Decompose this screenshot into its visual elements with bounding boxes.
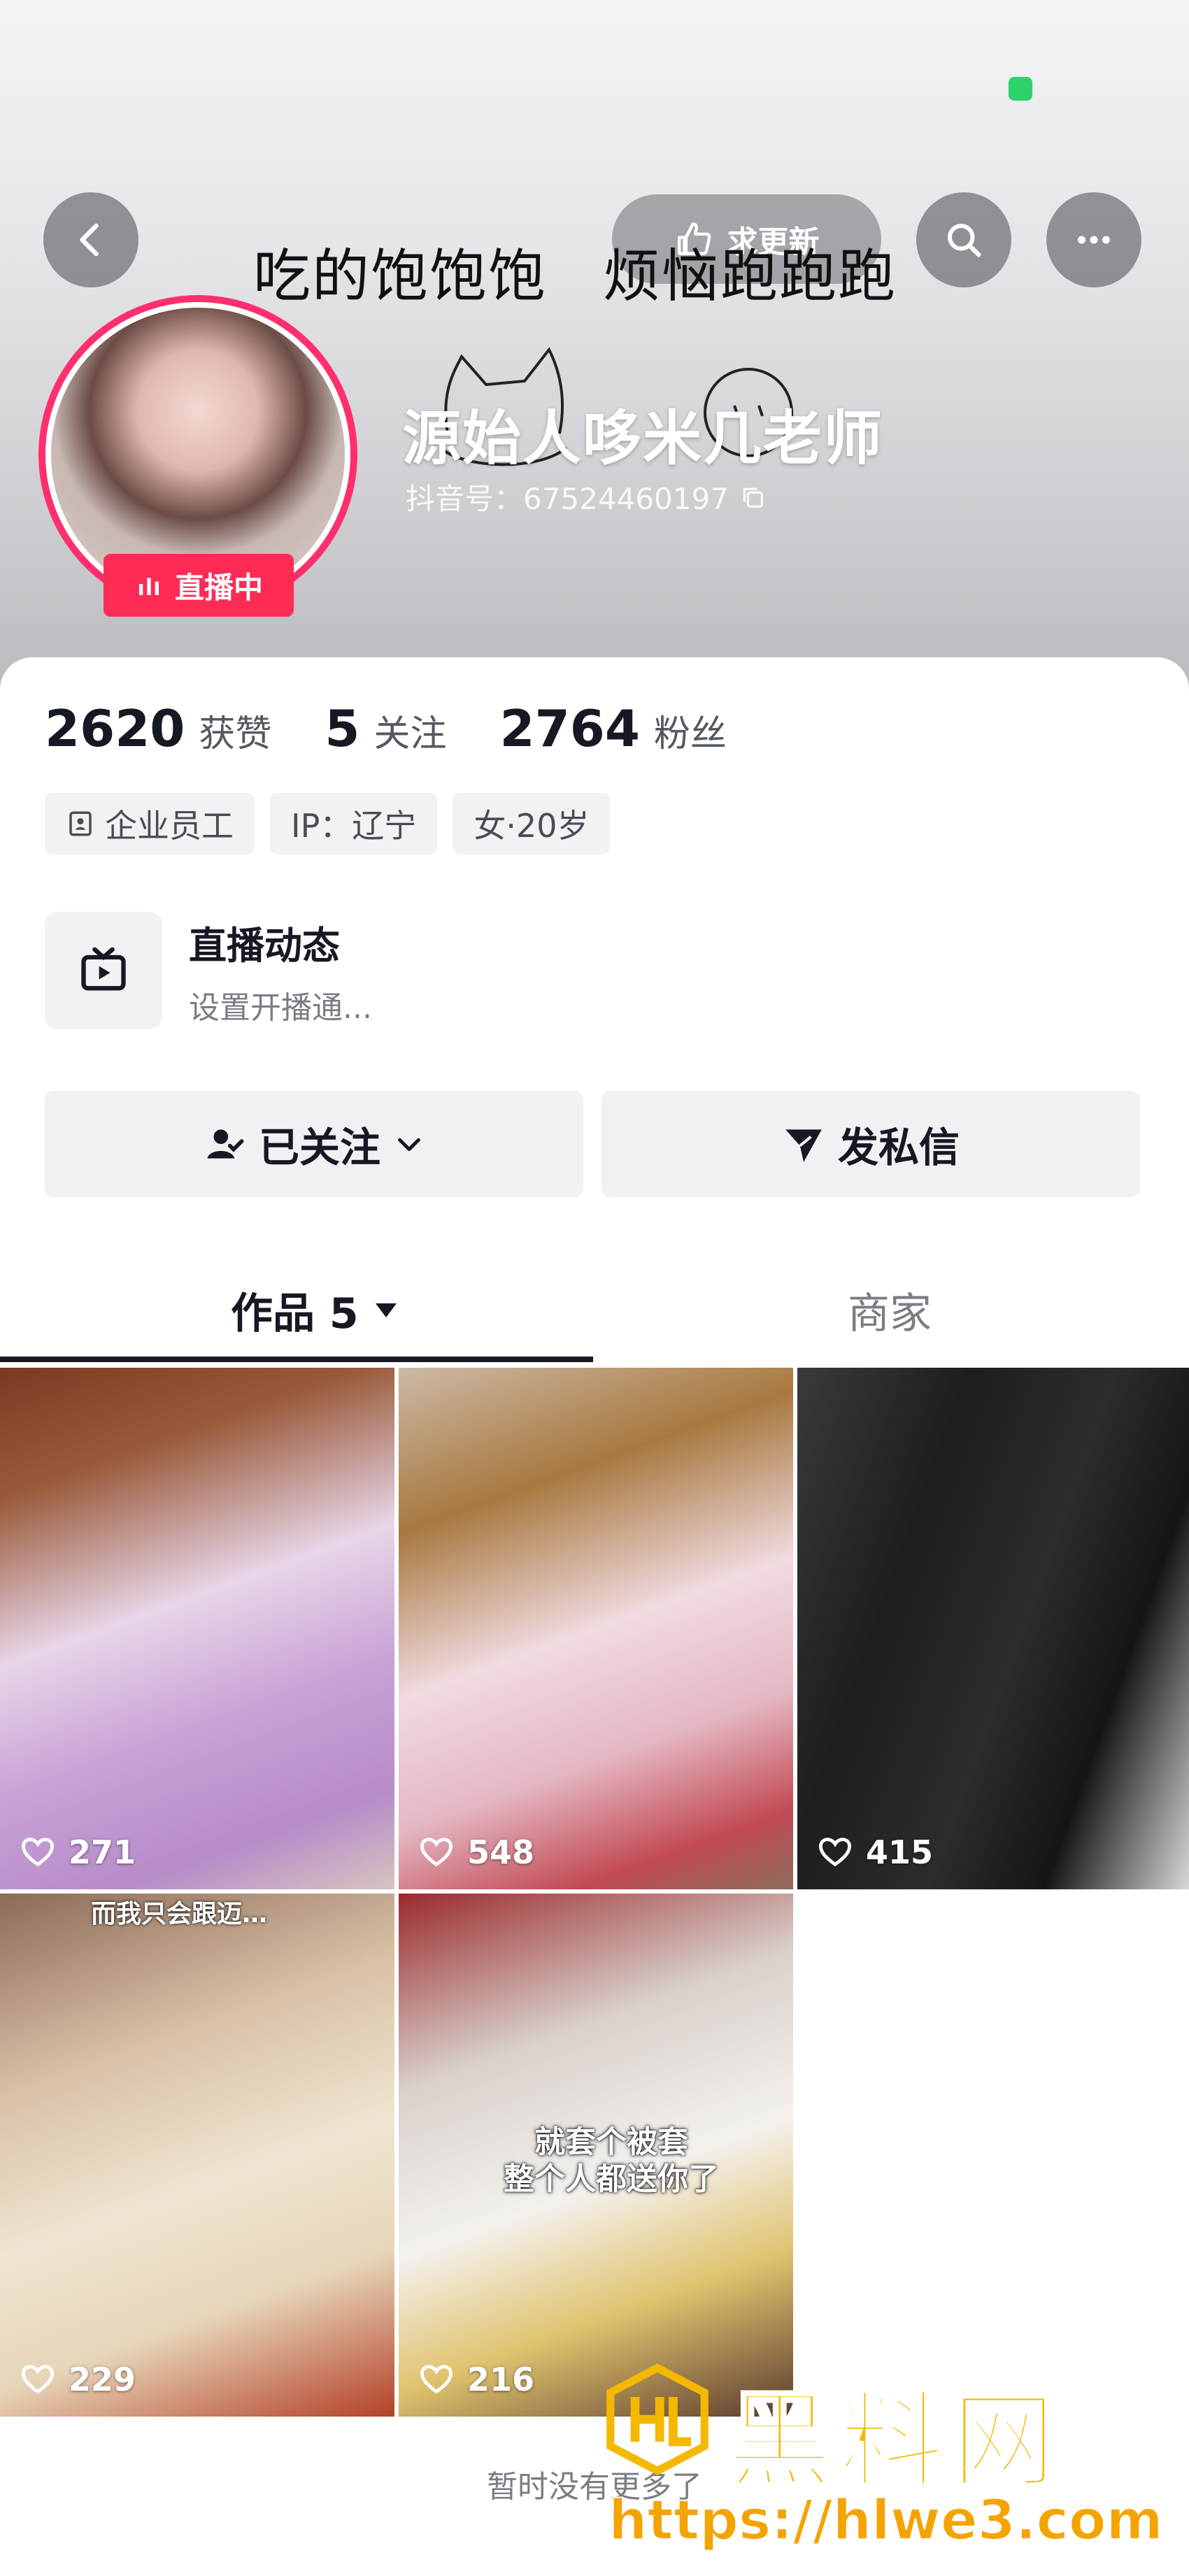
heart-icon bbox=[819, 1838, 851, 1867]
douyin-id[interactable]: 抖音号：67524460197 bbox=[406, 475, 767, 518]
video-likes: 548 bbox=[418, 1833, 534, 1871]
heart-icon bbox=[22, 2365, 54, 2394]
tab-works[interactable]: 作品 5 bbox=[231, 1280, 398, 1340]
live-badge[interactable]: 直播中 bbox=[104, 554, 294, 617]
live-dynamic-entry[interactable]: 直播动态 设置开播通... bbox=[45, 912, 372, 1029]
video-likes: 271 bbox=[20, 1833, 136, 1871]
heart-icon bbox=[22, 1838, 54, 1867]
profile-nickname: 源始人哆米几老师 bbox=[402, 404, 884, 473]
chevron-left-icon bbox=[80, 223, 99, 257]
tag-ip: IP：辽宁 bbox=[270, 793, 438, 854]
video-caption-line: 就套个被套 bbox=[534, 2124, 688, 2160]
more-button[interactable] bbox=[1046, 192, 1141, 287]
video-caption: 而我只会跟迈… bbox=[91, 1900, 268, 1929]
tab-active-indicator bbox=[0, 1357, 593, 1362]
heart-icon bbox=[420, 1838, 453, 1867]
tag-job-label: 企业员工 bbox=[105, 807, 234, 845]
live-dynamic-title: 直播动态 bbox=[189, 923, 340, 968]
profile-banner: 求更新 吃的饱饱饱 烦恼跑跑跑 直播中 源始人哆米几老师 抖音号：6752446… bbox=[0, 0, 1189, 699]
video-likes: 229 bbox=[20, 2361, 136, 2398]
video-likes: 216 bbox=[418, 2361, 534, 2398]
send-message-label: 发私信 bbox=[837, 1124, 960, 1171]
stat-likes-label: 获赞 bbox=[199, 713, 272, 755]
video-likes-count: 415 bbox=[866, 1833, 934, 1871]
send-message-button[interactable]: 发私信 bbox=[601, 1091, 1140, 1197]
tag-gender-age-label: 女·20岁 bbox=[474, 807, 590, 845]
tag-job: 企业员工 bbox=[45, 793, 255, 854]
douyin-id-text: 抖音号：67524460197 bbox=[406, 482, 729, 516]
stat-followers[interactable]: 2764 粉丝 bbox=[500, 699, 727, 758]
tab-shop[interactable]: 商家 bbox=[848, 1280, 932, 1340]
live-dynamic-icon-box bbox=[45, 912, 162, 1029]
action-buttons: 已关注 发私信 bbox=[45, 1091, 1140, 1197]
profile-stats: 2620 获赞 5 关注 2764 粉丝 bbox=[45, 699, 727, 758]
live-badge-label: 直播中 bbox=[174, 570, 263, 605]
video-likes-count: 271 bbox=[69, 1833, 136, 1871]
live-dynamic-subtitle: 设置开播通... bbox=[189, 989, 372, 1026]
tag-ip-label: IP：辽宁 bbox=[291, 807, 417, 845]
stat-following[interactable]: 5 关注 bbox=[325, 699, 446, 758]
stat-following-value: 5 bbox=[325, 699, 360, 758]
more-dots-icon bbox=[1078, 236, 1110, 244]
live-dynamic-text: 直播动态 设置开播通... bbox=[189, 915, 372, 1027]
tv-play-icon bbox=[81, 947, 126, 991]
caret-down-icon bbox=[375, 1303, 397, 1317]
stat-likes[interactable]: 2620 获赞 bbox=[45, 699, 271, 758]
send-icon bbox=[785, 1129, 822, 1162]
watermark-logo-icon bbox=[606, 2363, 709, 2475]
chevron-down-icon bbox=[398, 1138, 420, 1152]
stat-likes-value: 2620 bbox=[45, 699, 185, 758]
video-caption: 就套个被套 整个人都送你了 bbox=[504, 2124, 719, 2198]
video-likes-count: 229 bbox=[69, 2361, 136, 2398]
watermark: 黑料网 https://hlwe3.com bbox=[594, 2356, 1168, 2573]
stat-followers-label: 粉丝 bbox=[653, 713, 727, 755]
status-indicator bbox=[1009, 77, 1032, 101]
stat-following-label: 关注 bbox=[373, 713, 447, 755]
copy-icon bbox=[743, 487, 763, 508]
banner-scribble-right: 烦恼跑跑跑 bbox=[603, 243, 897, 310]
profile-tabs: 作品 5 商家 bbox=[0, 1252, 1189, 1364]
video-thumbnail[interactable]: 415 bbox=[797, 1368, 1189, 1889]
stat-followers-value: 2764 bbox=[499, 699, 640, 758]
video-likes-count: 548 bbox=[467, 1833, 535, 1871]
followed-button[interactable]: 已关注 bbox=[45, 1091, 583, 1197]
watermark-brand: 黑料网 bbox=[726, 2380, 1064, 2504]
followed-label: 已关注 bbox=[258, 1124, 380, 1171]
live-bars-icon bbox=[138, 578, 159, 595]
video-caption-line: 整个人都送你了 bbox=[504, 2161, 719, 2197]
video-likes: 415 bbox=[817, 1833, 933, 1871]
search-button[interactable] bbox=[916, 192, 1011, 287]
video-thumbnail[interactable]: 而我只会跟迈… 229 bbox=[0, 1894, 394, 2417]
banner-scribble-left: 吃的饱饱饱 bbox=[253, 243, 548, 310]
video-thumbnail[interactable]: 548 bbox=[399, 1368, 793, 1889]
search-icon bbox=[948, 224, 981, 257]
video-thumbnail[interactable]: 就套个被套 整个人都送你了 216 bbox=[399, 1894, 793, 2417]
user-check-icon bbox=[207, 1129, 244, 1159]
heart-icon bbox=[420, 2365, 453, 2394]
profile-tags: 企业员工 IP：辽宁 女·20岁 bbox=[45, 793, 611, 854]
watermark-url: https://hlwe3.com bbox=[608, 2489, 1164, 2553]
tag-gender-age: 女·20岁 bbox=[453, 793, 611, 854]
back-button[interactable] bbox=[43, 192, 138, 287]
video-thumbnail[interactable]: 271 bbox=[0, 1368, 394, 1889]
video-likes-count: 216 bbox=[467, 2361, 535, 2398]
tab-works-label: 作品 5 bbox=[231, 1289, 359, 1338]
id-badge-icon bbox=[69, 811, 92, 836]
